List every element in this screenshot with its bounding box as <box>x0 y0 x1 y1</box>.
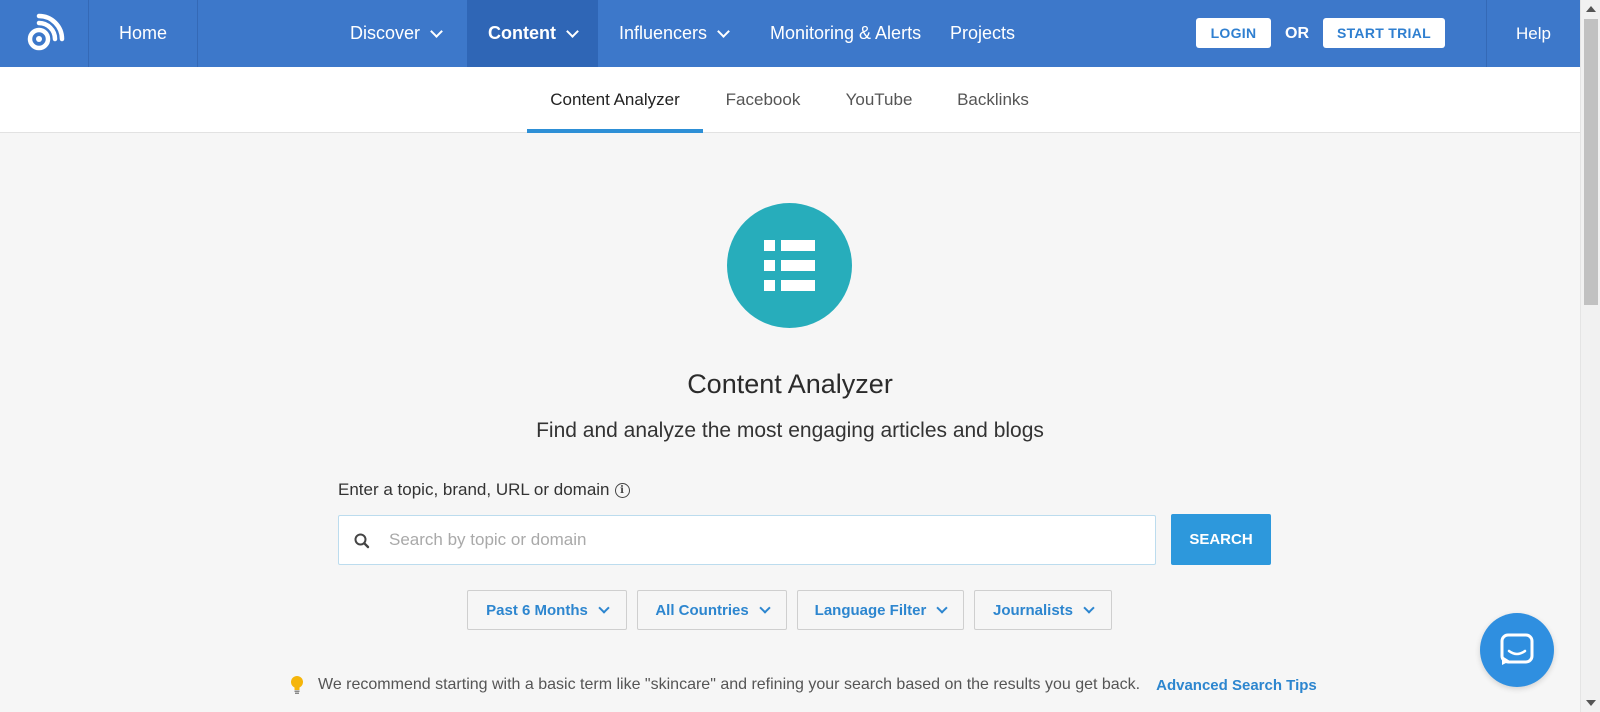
scroll-down-arrow-icon[interactable] <box>1586 700 1596 706</box>
chat-widget-button[interactable] <box>1480 613 1554 687</box>
filter-journalists-label: Journalists <box>992 601 1074 619</box>
lightbulb-icon <box>291 676 303 694</box>
filter-language-label: Language Filter <box>814 601 927 619</box>
nav-home[interactable]: Home <box>89 0 198 67</box>
nav-content-label: Content <box>488 23 556 43</box>
chevron-down-icon <box>759 601 771 614</box>
nav-influencers[interactable]: Influencers <box>619 0 730 67</box>
chat-icon <box>1500 633 1534 665</box>
search-tip: We recommend starting with a basic term … <box>290 675 1317 695</box>
login-button[interactable]: LOGIN <box>1196 18 1271 48</box>
filter-date-range[interactable]: Past 6 Months <box>467 590 627 630</box>
nav-help[interactable]: Help <box>1486 0 1580 67</box>
nav-monitoring-alerts[interactable]: Monitoring & Alerts <box>770 0 921 67</box>
chevron-down-icon <box>936 601 949 614</box>
advanced-search-tips-link[interactable]: Advanced Search Tips <box>1156 677 1317 694</box>
nav-discover[interactable]: Discover <box>350 0 443 67</box>
chevron-down-icon <box>566 24 579 38</box>
list-icon <box>727 203 852 328</box>
filter-countries-label: All Countries <box>655 601 749 619</box>
page-subtitle: Find and analyze the most engaging artic… <box>536 419 1044 442</box>
search-button[interactable]: SEARCH <box>1171 514 1271 565</box>
nav-projects[interactable]: Projects <box>950 0 1015 67</box>
search-label-text: Enter a topic, brand, URL or domain <box>338 480 610 499</box>
search-box <box>338 515 1156 565</box>
nav-discover-label: Discover <box>350 23 421 43</box>
start-trial-button[interactable]: START TRIAL <box>1323 18 1445 48</box>
top-navbar: Home Discover Content Influencers Monito… <box>0 0 1580 67</box>
filter-date-range-label: Past 6 Months <box>486 601 588 619</box>
info-icon[interactable]: i <box>614 482 630 498</box>
chevron-down-icon <box>598 601 610 614</box>
or-label: OR <box>1285 24 1309 42</box>
scroll-up-arrow-icon[interactable] <box>1586 6 1596 12</box>
chevron-down-icon <box>1083 601 1095 614</box>
tip-text: We recommend starting with a basic term … <box>318 676 1141 693</box>
filter-journalists[interactable]: Journalists <box>974 590 1112 630</box>
filter-countries[interactable]: All Countries <box>637 590 787 630</box>
sub-tabs: Content Analyzer Facebook YouTube Backli… <box>0 67 1580 133</box>
tab-facebook[interactable]: Facebook <box>715 67 811 133</box>
page-scrollbar[interactable] <box>1580 0 1600 712</box>
tab-backlinks[interactable]: Backlinks <box>947 67 1039 133</box>
search-input[interactable] <box>389 516 1149 564</box>
search-icon <box>354 533 370 549</box>
logo-icon[interactable] <box>0 0 89 67</box>
chevron-down-icon <box>430 24 443 38</box>
scrollbar-thumb[interactable] <box>1584 19 1598 305</box>
chevron-down-icon <box>717 24 730 38</box>
page-title: Content Analyzer <box>687 369 893 399</box>
search-label: Enter a topic, brand, URL or domain i <box>338 480 630 500</box>
tab-youtube[interactable]: YouTube <box>831 67 927 133</box>
nav-content[interactable]: Content <box>467 0 598 67</box>
nav-influencers-label: Influencers <box>619 23 708 43</box>
tab-content-analyzer[interactable]: Content Analyzer <box>527 67 703 133</box>
filter-language[interactable]: Language Filter <box>797 590 964 630</box>
